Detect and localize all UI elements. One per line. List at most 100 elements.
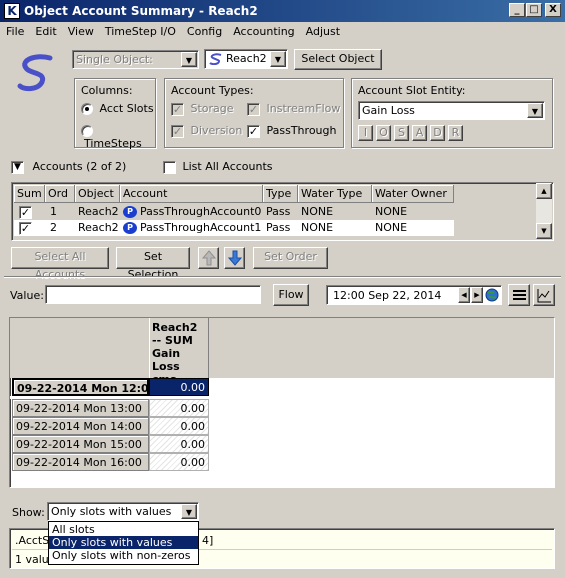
col-water-type[interactable]: Water Type	[298, 185, 372, 203]
menu-timestep-io[interactable]: TimeStep I/O	[99, 22, 181, 38]
step-forward-icon[interactable]: ▶	[471, 287, 483, 303]
close-button[interactable]: X	[545, 3, 561, 17]
grid-cell[interactable]: 0.00	[149, 417, 209, 435]
maximize-button[interactable]: □	[526, 3, 542, 17]
check-icon: ✓	[171, 124, 184, 138]
ord-cell: 1	[50, 205, 57, 218]
chevron-down-icon[interactable]: ▼	[181, 504, 197, 519]
col-water-owner[interactable]: Water Owner	[372, 185, 454, 203]
sum-checkbox[interactable]: ✓	[19, 221, 32, 235]
menu-bar: File Edit View TimeStep I/O Config Accounting…	[0, 22, 565, 41]
menu-edit[interactable]: Edit	[29, 22, 61, 38]
data-grid: Reach2 -- SUM Gain Loss cms 09-22-2014 M…	[9, 317, 555, 488]
set-order-button[interactable]: Set Order	[253, 247, 328, 269]
grid-row-header[interactable]: 09-22-2014 Mon 15:00	[12, 435, 149, 453]
grid-row-header[interactable]: 09-22-2014 Mon 13:00	[12, 399, 149, 417]
accounts-toggle-label: Accounts (2 of 2)	[32, 160, 127, 173]
radio-icon	[81, 125, 93, 137]
grid-column-header[interactable]: Reach2 -- SUM Gain Loss cms	[149, 318, 209, 386]
menu-view[interactable]: View	[62, 22, 99, 38]
chevron-down-icon: ▼	[181, 52, 197, 67]
col-ord[interactable]: Ord	[45, 185, 75, 203]
grid-row-header[interactable]: 09-22-2014 Mon 12:00	[12, 378, 156, 396]
list-all-accounts-checkbox[interactable]: List All Accounts	[163, 160, 273, 174]
globe-icon[interactable]	[485, 288, 499, 302]
checkbox-passthrough[interactable]: ✓ PassThrough	[247, 124, 336, 138]
chevron-down-icon[interactable]: ▼	[527, 103, 543, 118]
list-icon	[513, 290, 526, 300]
show-option-all[interactable]: All slots	[49, 523, 198, 536]
grid-cell[interactable]: 0.00	[149, 435, 209, 453]
menu-accounting[interactable]: Accounting	[227, 22, 299, 38]
plot-view-button[interactable]	[533, 284, 555, 306]
move-down-button[interactable]	[224, 247, 245, 269]
water-owner-cell: NONE	[375, 221, 408, 234]
value-label: Value:	[10, 289, 44, 302]
slot-entity-combo[interactable]: Gain Loss ▼	[358, 101, 545, 120]
select-object-button[interactable]: Select Object ...	[294, 49, 382, 83]
water-owner-cell: NONE	[375, 205, 408, 218]
scroll-down-icon[interactable]: ▼	[536, 223, 552, 239]
slot-entity-value: Gain Loss	[362, 104, 415, 117]
title-bar[interactable]: K Object Account Summary - Reach2 _ □ X	[0, 0, 565, 22]
value-input[interactable]	[45, 285, 261, 304]
app-icon: K	[4, 3, 20, 19]
grid-cell[interactable]: 0.00	[149, 453, 209, 471]
entity-button-r[interactable]: R	[448, 125, 463, 141]
diversion-label: Diversion	[190, 124, 243, 137]
show-combo[interactable]: Only slots with values ▼	[47, 502, 199, 521]
object-value: Reach2	[226, 52, 267, 65]
account-types-label: Account Types:	[171, 84, 254, 97]
menu-config[interactable]: Config	[181, 22, 227, 38]
scroll-up-icon[interactable]: ▲	[536, 183, 552, 199]
grid-cell[interactable]: 0.00	[149, 378, 209, 396]
checkbox-storage[interactable]: ✓ Storage	[171, 102, 234, 116]
slot-entity-label: Account Slot Entity:	[358, 84, 466, 97]
columns-group: Columns: Acct Slots TimeSteps	[74, 78, 156, 150]
account-name: PassThroughAccount0	[140, 205, 262, 218]
reach-icon	[209, 53, 222, 65]
table-scrollbar[interactable]: ▲ ▼	[536, 183, 552, 239]
columns-label: Columns:	[81, 84, 133, 97]
col-object[interactable]: Object	[75, 185, 120, 203]
grid-row-header[interactable]: 09-22-2014 Mon 14:00	[12, 417, 149, 435]
chevron-down-icon[interactable]: ▼	[270, 51, 286, 67]
col-type[interactable]: Type	[263, 185, 298, 203]
step-back-icon[interactable]: ◀	[458, 287, 470, 303]
slot-entity-group: Account Slot Entity: Gain Loss ▼ I O S A…	[351, 78, 553, 148]
radio-timesteps[interactable]: TimeSteps	[81, 124, 155, 150]
set-selection-button[interactable]: Set Selection	[116, 247, 190, 281]
datetime-field[interactable]: 12:00 Sep 22, 2014 ◀ ▶	[326, 285, 502, 305]
entity-button-a[interactable]: A	[412, 125, 427, 141]
entity-button-o[interactable]: O	[376, 125, 391, 141]
sum-checkbox[interactable]: ✓	[19, 205, 32, 219]
entity-button-s[interactable]: S	[394, 125, 409, 141]
entity-button-d[interactable]: D	[430, 125, 445, 141]
show-value: Only slots with values	[51, 505, 172, 518]
flow-button[interactable]: Flow	[273, 284, 309, 306]
check-icon: ✓	[247, 124, 260, 138]
object-combo[interactable]: Reach2 ▼	[204, 49, 288, 69]
table-row[interactable]: ✓ 2 Reach2 P PassThroughAccount1 Pass NON…	[14, 220, 454, 236]
minimize-button[interactable]: _	[509, 3, 525, 17]
entity-button-i[interactable]: I	[358, 125, 373, 141]
table-view-button[interactable]	[508, 284, 530, 306]
table-row[interactable]: ✓ 1 Reach2 P PassThroughAccount0 Pass NON…	[14, 204, 454, 220]
move-up-button[interactable]	[198, 247, 219, 269]
grid-cell[interactable]: 0.00	[149, 399, 209, 417]
menu-adjust[interactable]: Adjust	[300, 22, 345, 38]
col-sum[interactable]: Sum	[14, 185, 45, 203]
show-option-non-zeros[interactable]: Only slots with non-zeros	[49, 549, 198, 562]
accounts-toggle[interactable]: ▼ Accounts (2 of 2)	[11, 160, 126, 174]
checkbox-instreamflow[interactable]: ✓ InstreamFlow	[247, 102, 340, 116]
column-header-object: Reach2	[152, 321, 198, 334]
show-option-values[interactable]: Only slots with values	[49, 536, 198, 549]
select-all-accounts-button[interactable]: Select All Accounts	[11, 247, 109, 281]
passthrough-label: PassThrough	[266, 124, 337, 137]
type-cell: Pass	[266, 205, 291, 218]
menu-file[interactable]: File	[0, 22, 29, 38]
radio-acct-slots[interactable]: Acct Slots	[81, 102, 154, 115]
col-account[interactable]: Account	[120, 185, 263, 203]
grid-row-header[interactable]: 09-22-2014 Mon 16:00	[12, 453, 149, 471]
checkbox-diversion[interactable]: ✓ Diversion	[171, 124, 242, 138]
